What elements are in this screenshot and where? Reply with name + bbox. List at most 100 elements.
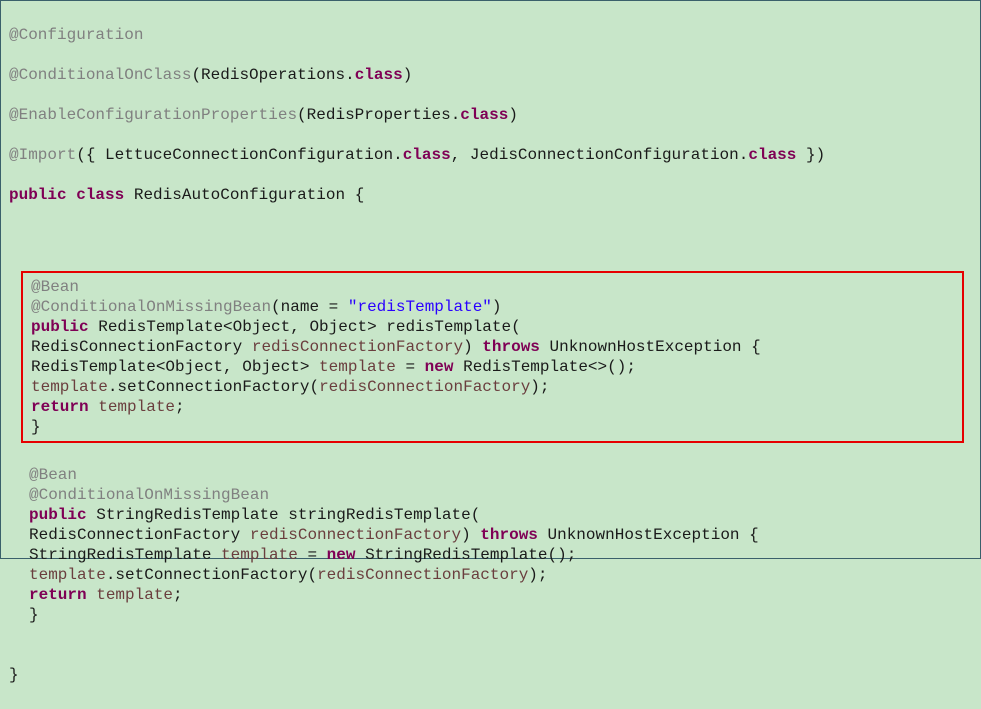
method-name: stringRedisTemplate [288,506,470,524]
punct: ( [297,106,307,124]
keyword: return [31,398,89,416]
punct: ) [492,298,502,316]
code-line: return template; [31,397,954,417]
punct: ); [530,378,549,396]
code-line: public class RedisAutoConfiguration { [9,185,972,205]
keyword: class [460,106,508,124]
code-line: StringRedisTemplate template = new Strin… [29,545,972,565]
code-line: @Configuration [9,25,972,45]
punct: }) [796,146,825,164]
code-line: @ConditionalOnMissingBean(name = "redisT… [31,297,954,317]
class-name: LettuceConnectionConfiguration [105,146,393,164]
method-call: setConnectionFactory( [117,378,319,396]
keyword: class [355,66,403,84]
punct: ({ [76,146,105,164]
code-end: } [1,645,980,709]
punct: = [298,546,327,564]
method-stringRedisTemplate: @Bean @ConditionalOnMissingBean public S… [1,445,980,645]
var-name: template [319,358,396,376]
punct: = [396,358,425,376]
code-line: } [31,417,954,437]
punct: ) [463,338,482,356]
code-line: public RedisTemplate<Object, Object> red… [31,317,954,337]
punct: . [345,66,355,84]
close-brace: } [29,606,39,624]
code-line: @ConditionalOnMissingBean [29,485,972,505]
annotation: @ConditionalOnMissingBean [29,486,269,504]
var-type: RedisTemplate<Object, Object> [31,358,319,376]
punct: ( [471,506,481,524]
annotation: @ConditionalOnClass [9,66,191,84]
punct: , [451,146,470,164]
keyword: class [748,146,796,164]
annotation: @EnableConfigurationProperties [9,106,297,124]
param-type: RedisConnectionFactory [31,338,252,356]
var-name: template [29,566,106,584]
close-brace: } [31,418,41,436]
keyword: class [403,146,451,164]
code-line: } [9,665,972,685]
code-line: template.setConnectionFactory(redisConne… [29,565,972,585]
highlighted-method-redisTemplate: @Bean @ConditionalOnMissingBean(name = "… [21,271,964,443]
punct: ( [271,298,281,316]
punct: ) [508,106,518,124]
punct: . [106,566,116,584]
annotation: @Bean [31,278,79,296]
class-name: RedisProperties [307,106,451,124]
var-name: template [96,586,173,604]
code-line: RedisTemplate<Object, Object> template =… [31,357,954,377]
keyword: throws [482,338,540,356]
code-line: } [29,605,972,625]
keyword: class [76,186,124,204]
punct: = [319,298,348,316]
code-line: public StringRedisTemplate stringRedisTe… [29,505,972,525]
punct: ); [528,566,547,584]
exception-type: UnknownHostException { [550,338,761,356]
exception-type: UnknownHostException { [548,526,759,544]
punct: ; [173,586,183,604]
code-line: @EnableConfigurationProperties(RedisProp… [9,105,972,125]
method-call: setConnectionFactory( [115,566,317,584]
method-name: redisTemplate [386,318,511,336]
string-literal: "redisTemplate" [348,298,492,316]
blank-line [29,445,972,465]
param-name: redisConnectionFactory [317,566,528,584]
constructor-call: StringRedisTemplate(); [365,546,576,564]
return-type: StringRedisTemplate [96,506,288,524]
return-type: RedisTemplate<Object, Object> [98,318,386,336]
class-name: RedisOperations [201,66,345,84]
punct: . [108,378,118,396]
code-line: @Import({ LettuceConnectionConfiguration… [9,145,972,165]
keyword: public [9,186,67,204]
keyword: public [31,318,89,336]
blank-line [9,225,972,245]
code-line: @Bean [31,277,954,297]
code-line: RedisConnectionFactory redisConnectionFa… [31,337,954,357]
close-brace: } [9,666,19,684]
punct: ) [403,66,413,84]
code-line: @Bean [29,465,972,485]
var-name: template [221,546,298,564]
keyword: return [29,586,87,604]
blank-line [29,625,972,645]
keyword: throws [480,526,538,544]
code-line: return template; [29,585,972,605]
var-type: StringRedisTemplate [29,546,221,564]
attr-name: name [281,298,319,316]
param-name: redisConnectionFactory [319,378,530,396]
param-name: redisConnectionFactory [250,526,461,544]
code-line: RedisConnectionFactory redisConnectionFa… [29,525,972,545]
class-name: RedisAutoConfiguration [134,186,345,204]
code-editor: @Configuration @ConditionalOnClass(Redis… [1,1,980,269]
annotation: @Bean [29,466,77,484]
keyword: new [425,358,454,376]
punct: . [739,146,749,164]
code-line: template.setConnectionFactory(redisConne… [31,377,954,397]
punct: . [393,146,403,164]
punct: ( [191,66,201,84]
annotation: @Import [9,146,76,164]
punct: ; [175,398,185,416]
code-line: @ConditionalOnClass(RedisOperations.clas… [9,65,972,85]
param-type: RedisConnectionFactory [29,526,250,544]
keyword: public [29,506,87,524]
